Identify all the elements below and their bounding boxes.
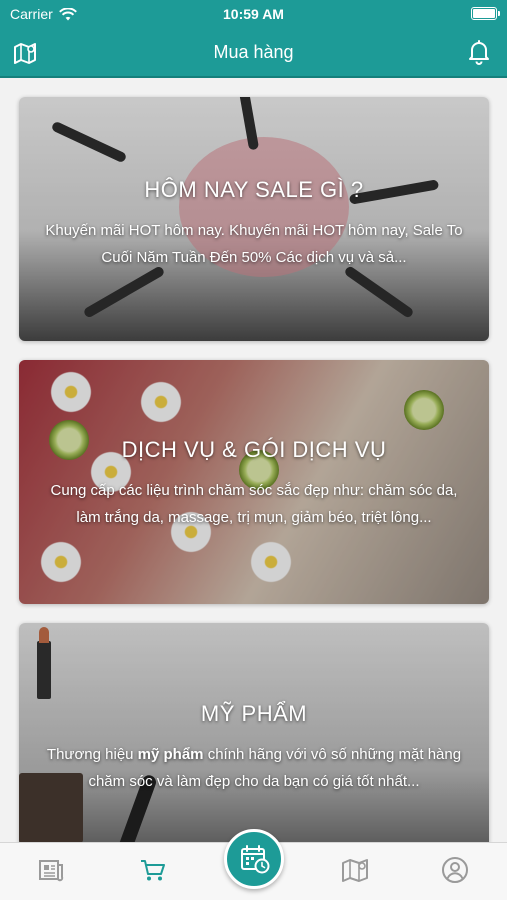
- booking-calendar-icon: [241, 845, 270, 874]
- booking-calendar-button[interactable]: [224, 829, 284, 889]
- cart-icon[interactable]: [138, 855, 168, 885]
- news-icon[interactable]: [36, 855, 66, 885]
- card-title: MỸ PHẨM: [200, 701, 308, 726]
- bell-icon[interactable]: [465, 38, 493, 66]
- card-overlay: [19, 623, 489, 842]
- cosmetics-card[interactable]: MỸ PHẨM Thương hiệu mỹ phẩm chính hãng v…: [19, 623, 489, 842]
- description-text: Thương hiệu: [46, 746, 138, 763]
- services-card[interactable]: DỊCH VỤ & GÓI DỊCH VỤ Cung cấp các liệu …: [19, 360, 489, 604]
- card-description: Cung cấp các liệu trình chăm sóc sắc đẹp…: [50, 482, 458, 526]
- profile-icon[interactable]: [440, 855, 470, 885]
- status-bar: Carrier 10:59 AM: [0, 0, 507, 28]
- card-description: Thương hiệu mỹ phẩm chính hãng với vô số…: [39, 741, 469, 795]
- map-icon[interactable]: [340, 855, 370, 885]
- nav-bar: Mua hàng: [0, 28, 507, 78]
- content-area: HÔM NAY SALE GÌ ? Khuyến mãi HOT hôm nay…: [0, 80, 507, 842]
- card-title: DỊCH VỤ & GÓI DỊCH VỤ: [121, 437, 387, 462]
- sale-card[interactable]: HÔM NAY SALE GÌ ? Khuyến mãi HOT hôm nay…: [19, 97, 489, 341]
- card-description: Khuyến mãi HOT hôm nay. Khuyến mãi HOT h…: [45, 222, 463, 266]
- status-time: 10:59 AM: [223, 6, 284, 22]
- description-bold-text: mỹ phẩm: [137, 746, 204, 763]
- page-title: Mua hàng: [213, 42, 294, 62]
- battery-icon: [471, 7, 500, 20]
- card-title: HÔM NAY SALE GÌ ?: [144, 177, 364, 202]
